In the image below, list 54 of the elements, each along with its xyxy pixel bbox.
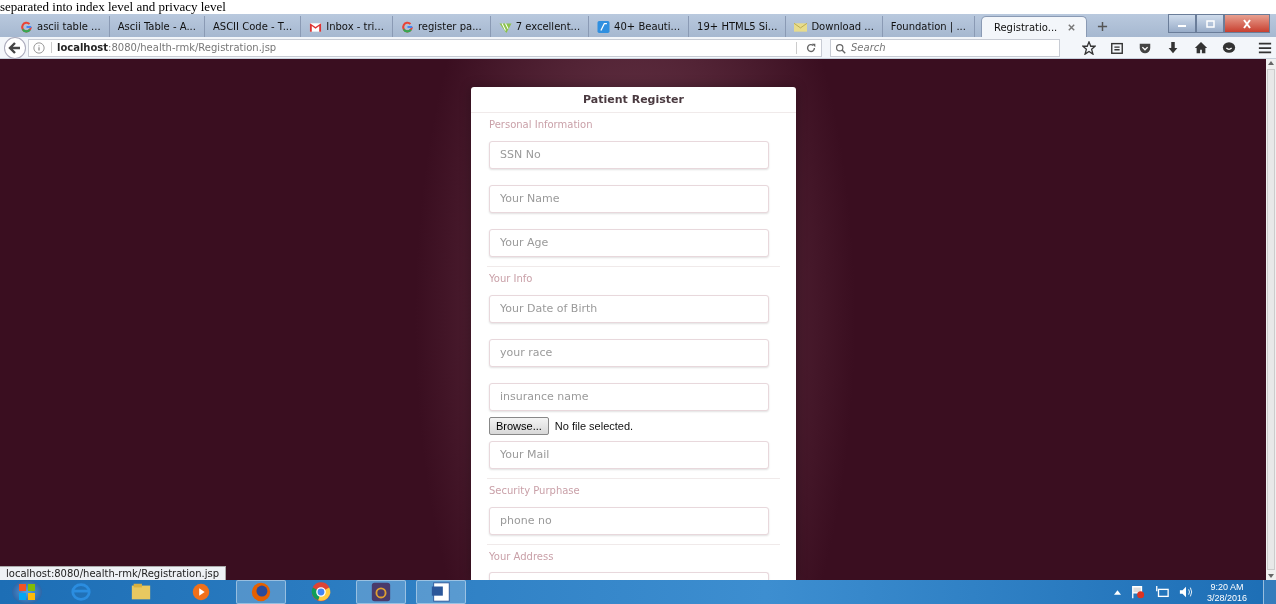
- multicolor-ring-icon: [20, 20, 33, 33]
- input-field[interactable]: phone no: [489, 506, 769, 535]
- chat-icon[interactable]: [1222, 40, 1236, 55]
- section-label: Personal Information: [489, 117, 594, 132]
- input-field[interactable]: Your Mail: [489, 440, 769, 469]
- menu-icon[interactable]: [1258, 40, 1272, 55]
- close-window-button[interactable]: [1224, 14, 1270, 33]
- section-label: Your Info: [489, 271, 534, 286]
- input-field[interactable]: Your Age: [489, 228, 769, 257]
- tray-arrow-icon[interactable]: [1113, 589, 1121, 595]
- taskbar-app-icon[interactable]: [416, 580, 466, 604]
- envelope-icon: [794, 20, 808, 33]
- envelope-icon: [309, 20, 323, 33]
- document-caption: separated into index level and privacy level: [0, 0, 226, 14]
- flag-icon[interactable]: [1130, 585, 1145, 599]
- four-squares-icon[interactable]: [17, 582, 37, 602]
- close-icon[interactable]: [1241, 18, 1253, 29]
- start-button[interactable]: [12, 580, 42, 604]
- file-status: No file selected.: [554, 419, 634, 432]
- download-icon[interactable]: [1166, 40, 1180, 55]
- browse-button[interactable]: Browse...: [489, 416, 549, 435]
- close-icon[interactable]: [1067, 22, 1077, 32]
- restore-button[interactable]: [1196, 14, 1224, 33]
- taskbar-app-icon[interactable]: [236, 580, 286, 604]
- url-text: localhost:8080/health-rmk/Registration.jsp: [50, 42, 790, 53]
- info-icon: [32, 41, 45, 54]
- scrollbar[interactable]: [1266, 59, 1276, 580]
- input-field[interactable]: Your Date of Birth: [489, 294, 769, 323]
- address-bar[interactable]: localhost:8080/health-rmk/Registration.jsp: [27, 38, 822, 57]
- network-icon[interactable]: [1154, 585, 1169, 599]
- stripes-icon: [498, 20, 512, 33]
- search-field[interactable]: Search: [830, 38, 1060, 57]
- star-icon[interactable]: [1082, 40, 1096, 55]
- reload-icon[interactable]: [796, 41, 817, 54]
- home-icon[interactable]: [1194, 40, 1208, 55]
- browser-tab[interactable]: Registratio...: [980, 16, 1088, 37]
- speaker-icon[interactable]: [1178, 585, 1193, 599]
- section-label: Your Address: [489, 549, 555, 564]
- clipboard-icon[interactable]: [1110, 40, 1124, 55]
- clock-date[interactable]: 3/28/2016: [1206, 593, 1247, 604]
- input-field[interactable]: insurance name: [489, 382, 769, 411]
- taskbar-app-icon[interactable]: [356, 580, 406, 604]
- multicolor-ring-icon: [400, 20, 414, 33]
- input-field[interactable]: Your Name: [489, 184, 769, 213]
- input-field[interactable]: your race: [489, 338, 769, 367]
- search-icon: [835, 42, 846, 54]
- form-title: Patient Register: [583, 93, 684, 106]
- minimize-button[interactable]: [1168, 14, 1196, 33]
- input-field[interactable]: SSN No: [489, 140, 769, 169]
- section-label: Security Purphase: [489, 483, 581, 498]
- new-tab-icon[interactable]: [1097, 21, 1109, 32]
- clock-time[interactable]: 9:20 AM: [1210, 582, 1244, 593]
- status-url: localhost:8080/health-rmk/Registration.jsp: [0, 566, 226, 580]
- square-icon: [597, 20, 611, 33]
